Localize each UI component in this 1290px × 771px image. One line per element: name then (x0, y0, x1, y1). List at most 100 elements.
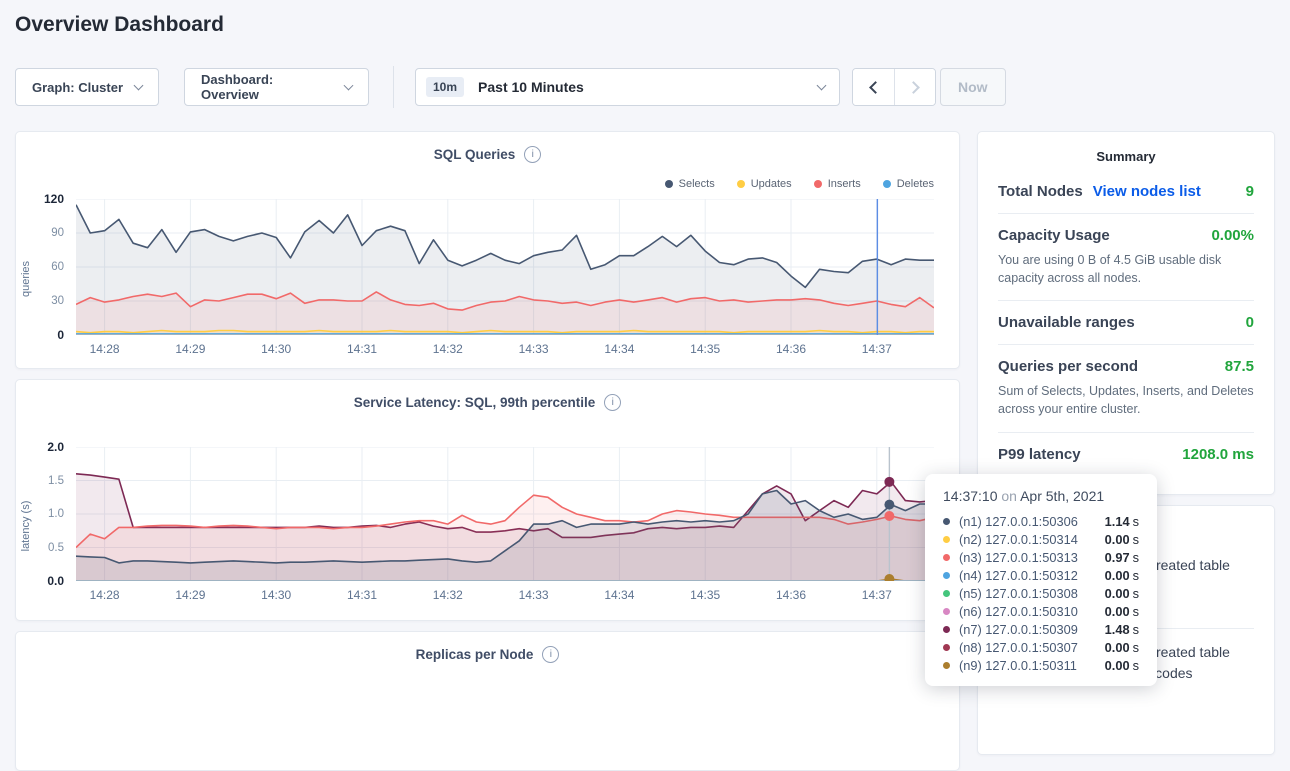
graph-scope-dropdown[interactable]: Graph: Cluster (15, 68, 159, 106)
x-tick-label: 14:32 (433, 342, 463, 356)
tooltip-timestamp: 14:37:10 on Apr 5th, 2021 (925, 488, 1157, 504)
latency-unit: s (1133, 640, 1139, 655)
node-latency-value: 0.00 (1105, 532, 1130, 547)
latency-unit: s (1133, 514, 1139, 529)
legend-item-selects[interactable]: Selects (665, 178, 715, 190)
node-latency-value: 1.48 (1105, 622, 1130, 637)
latency-unit: s (1133, 622, 1139, 637)
tooltip-node-row: (n9) 127.0.0.1:503110.00s (925, 656, 1157, 674)
tooltip-node-row: (n2) 127.0.0.1:503140.00s (925, 530, 1157, 548)
summary-title: Summary (978, 132, 1274, 170)
y-tick-label: 0.0 (47, 574, 64, 588)
y-tick-label: 1.5 (48, 475, 64, 487)
x-tick-label: 14:30 (261, 342, 291, 356)
node-color-dot-icon (943, 590, 950, 597)
tooltip-node-row: (n1) 127.0.0.1:503061.14s (925, 512, 1157, 530)
node-address: (n9) 127.0.0.1:50311 (959, 658, 1077, 673)
node-latency-value: 0.00 (1105, 586, 1130, 601)
dashboard-label: Dashboard: Overview (201, 72, 333, 102)
latency-unit: s (1133, 550, 1139, 565)
total-nodes-value: 9 (1246, 183, 1254, 200)
next-time-button[interactable] (894, 69, 935, 105)
unavailable-ranges-label: Unavailable ranges (998, 314, 1135, 331)
legend-dot-icon (814, 180, 822, 188)
legend-item-deletes[interactable]: Deletes (883, 178, 934, 190)
node-latency-value: 0.00 (1105, 604, 1130, 619)
node-latency-value: 0.00 (1105, 640, 1130, 655)
summary-qps-row: Queries per second 87.5 Sum of Selects, … (998, 344, 1254, 431)
chart-title: Service Latency: SQL, 99th percentile (354, 395, 596, 410)
node-color-dot-icon (943, 554, 950, 561)
capacity-label: Capacity Usage (998, 227, 1110, 244)
node-address: (n1) 127.0.0.1:50306 (959, 514, 1078, 529)
now-button[interactable]: Now (940, 68, 1006, 106)
node-address: (n4) 127.0.0.1:50312 (959, 568, 1078, 583)
info-icon[interactable]: i (524, 146, 541, 163)
p99-latency-label: P99 latency (998, 446, 1081, 463)
tooltip-node-row: (n5) 127.0.0.1:503080.00s (925, 584, 1157, 602)
total-nodes-label: Total Nodes (998, 183, 1083, 200)
chevron-down-icon (817, 80, 827, 90)
node-address: (n3) 127.0.0.1:50313 (959, 550, 1078, 565)
chart-area: queries 0306090120 14:2814:2914:3014:311… (16, 199, 934, 359)
chevron-left-icon (869, 81, 882, 94)
tooltip-node-row: (n7) 127.0.0.1:50309 1.48s (925, 620, 1157, 638)
view-nodes-list-link[interactable]: View nodes list (1093, 183, 1201, 200)
legend-item-updates[interactable]: Updates (737, 178, 792, 190)
info-icon[interactable]: i (542, 646, 559, 663)
summary-total-nodes-row: Total Nodes View nodes list 9 (998, 170, 1254, 213)
time-range-label: Past 10 Minutes (478, 79, 584, 95)
x-tick-label: 14:31 (347, 342, 377, 356)
x-tick-label: 14:36 (776, 342, 806, 356)
legend-dot-icon (737, 180, 745, 188)
replicas-per-node-panel: Replicas per Node i (15, 631, 960, 771)
x-tick-label: 14:28 (90, 588, 120, 602)
info-icon[interactable]: i (604, 394, 621, 411)
chevron-right-icon (907, 81, 920, 94)
x-tick-label: 14:34 (604, 588, 634, 602)
node-color-dot-icon (943, 626, 950, 633)
node-color-dot-icon (943, 608, 950, 615)
time-range-badge: 10m (426, 77, 464, 97)
summary-panel: Summary Total Nodes View nodes list 9 Ca… (977, 131, 1275, 495)
y-tick-label: 90 (51, 227, 64, 239)
time-range-selector[interactable]: 10m Past 10 Minutes (415, 68, 840, 106)
toolbar-divider (393, 66, 394, 108)
x-tick-label: 14:30 (261, 588, 291, 602)
capacity-value: 0.00% (1211, 227, 1254, 244)
x-tick-label: 14:37 (862, 342, 892, 356)
x-tick-label: 14:28 (90, 342, 120, 356)
prev-time-button[interactable] (853, 69, 894, 105)
y-axis-ticks: 0.00.51.01.52.0 (16, 447, 70, 581)
latency-unit: s (1133, 604, 1139, 619)
dashboard-dropdown[interactable]: Dashboard: Overview (184, 68, 369, 106)
node-color-dot-icon (943, 572, 950, 579)
legend-item-inserts[interactable]: Inserts (814, 178, 861, 190)
x-tick-label: 14:37 (862, 588, 892, 602)
node-color-dot-icon (943, 536, 950, 543)
summary-p99-row: P99 latency 1208.0 ms (998, 432, 1254, 476)
unavailable-ranges-value: 0 (1246, 314, 1254, 331)
latency-unit: s (1133, 586, 1139, 601)
capacity-subtext: You are using 0 B of 4.5 GiB usable disk… (998, 251, 1254, 287)
node-color-dot-icon (943, 644, 950, 651)
sql-queries-plot[interactable] (76, 199, 934, 335)
latency-unit: s (1133, 568, 1139, 583)
node-address: (n7) 127.0.0.1:50309 (959, 622, 1078, 637)
tooltip-node-row: (n4) 127.0.0.1:503120.00s (925, 566, 1157, 584)
latency-unit: s (1133, 532, 1139, 547)
node-latency-value: 0.00 (1105, 658, 1130, 673)
qps-value: 87.5 (1225, 358, 1254, 375)
x-tick-label: 14:29 (175, 342, 205, 356)
summary-unavailable-row: Unavailable ranges 0 (998, 300, 1254, 344)
chart-hover-tooltip: 14:37:10 on Apr 5th, 2021 (n1) 127.0.0.1… (925, 474, 1157, 686)
chart-title: SQL Queries (434, 147, 516, 162)
chevron-down-icon (134, 80, 144, 90)
chart-legend: Selects Updates Inserts Deletes (665, 178, 934, 190)
y-tick-label: 0 (57, 328, 64, 342)
service-latency-plot[interactable] (76, 447, 934, 581)
qps-label: Queries per second (998, 358, 1138, 375)
chevron-down-icon (344, 80, 354, 90)
y-tick-label: 120 (44, 192, 64, 206)
y-tick-label: 1.0 (48, 508, 64, 520)
